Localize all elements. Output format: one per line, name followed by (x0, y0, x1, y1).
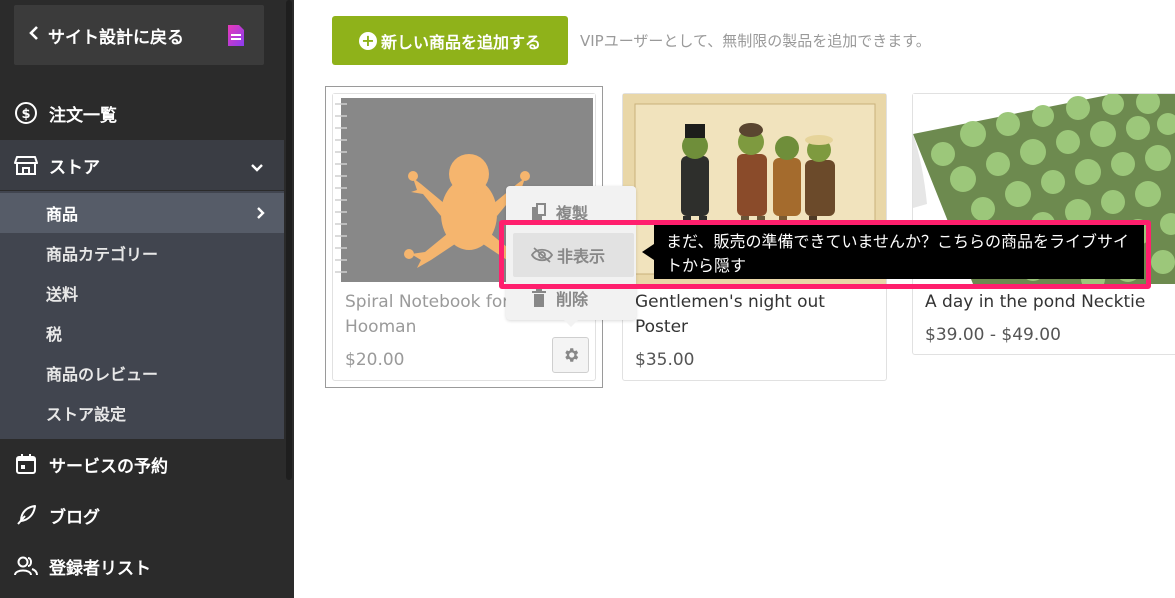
subitem-label: 商品のレビュー (46, 365, 159, 384)
sidebar-subitem-product-categories[interactable]: 商品カテゴリー (0, 233, 284, 273)
eye-slash-icon (531, 246, 553, 264)
svg-text:$: $ (21, 107, 30, 122)
add-button-label: 新しい商品を追加する (380, 32, 541, 52)
sidebar-item-store[interactable]: ストア (0, 140, 284, 190)
document-icon (228, 25, 244, 46)
sidebar-item-label: 登録者リスト (49, 558, 151, 579)
menu-item-label: 非表示 (557, 247, 606, 266)
sidebar-subitem-tax[interactable]: 税 (0, 313, 284, 353)
add-new-product-button[interactable]: + 新しい商品を追加する (332, 16, 568, 65)
back-to-site-design-button[interactable]: サイト設計に戻る (14, 5, 264, 65)
calendar-icon (14, 452, 38, 476)
sidebar-item-label: ブログ (49, 507, 100, 528)
gear-icon (564, 348, 578, 362)
product-title[interactable]: A day in the pond Necktie (925, 290, 1145, 315)
product-price: $39.00 - $49.00 (925, 325, 1061, 345)
sidebar-item-label: 注文一覧 (49, 105, 117, 126)
store-submenu: 商品 商品カテゴリー 送料 税 商品のレビュー ストア設定 (0, 191, 284, 439)
subitem-label: 商品カテゴリー (46, 245, 159, 264)
subitem-label: 送料 (46, 285, 79, 304)
product-title[interactable]: Spiral Notebook for Hooman (345, 290, 509, 340)
vip-note: VIPユーザーとして、無制限の製品を追加できます。 (580, 32, 931, 50)
sidebar-scrollbar[interactable] (286, 0, 292, 480)
hide-tooltip: まだ、販売の準備できていませんか？こちらの商品をライブサイトから隠す (654, 225, 1144, 279)
sidebar-item-label: ストア (49, 157, 100, 178)
subitem-label: 税 (46, 325, 63, 344)
product-price: $35.00 (635, 350, 695, 370)
chevron-left-icon (28, 25, 40, 46)
product-settings-button[interactable] (552, 337, 589, 373)
trash-icon (530, 289, 548, 307)
menu-item-label: 削除 (556, 290, 589, 309)
sidebar-item-subscribers[interactable]: 登録者リスト (0, 541, 284, 591)
sidebar-subitem-shipping[interactable]: 送料 (0, 273, 284, 313)
feather-pen-icon (14, 503, 38, 527)
chevron-right-icon (256, 205, 266, 224)
tooltip-pointer (642, 244, 654, 260)
sidebar-item-label: サービスの予約 (49, 456, 168, 477)
menu-pointer (562, 318, 580, 327)
copy-icon (530, 203, 548, 221)
subitem-label: 商品 (46, 205, 79, 224)
sidebar-item-orders[interactable]: $ 注文一覧 (0, 88, 284, 138)
back-button-label: サイト設計に戻る (48, 27, 184, 48)
sidebar-subitem-store-settings[interactable]: ストア設定 (0, 393, 284, 433)
hide-menu-item[interactable]: 非表示 (513, 233, 634, 277)
sidebar: サイト設計に戻る $ 注文一覧 ストア 商品 商品カテゴリー 送料 税 商品のレ… (0, 0, 294, 598)
sidebar-subitem-reviews[interactable]: 商品のレビュー (0, 353, 284, 393)
product-price: $20.00 (345, 350, 405, 370)
store-icon (14, 153, 38, 177)
users-icon (14, 554, 38, 578)
product-title[interactable]: Gentlemen's night out Poster (635, 290, 825, 340)
sidebar-subitem-products[interactable]: 商品 (0, 193, 284, 233)
plus-circle-icon: + (358, 31, 377, 50)
dollar-circle-icon: $ (14, 101, 38, 125)
sidebar-item-service-booking[interactable]: サービスの予約 (0, 439, 284, 489)
chevron-down-icon (250, 158, 264, 178)
subitem-label: ストア設定 (46, 405, 127, 424)
sidebar-item-blog[interactable]: ブログ (0, 490, 284, 540)
